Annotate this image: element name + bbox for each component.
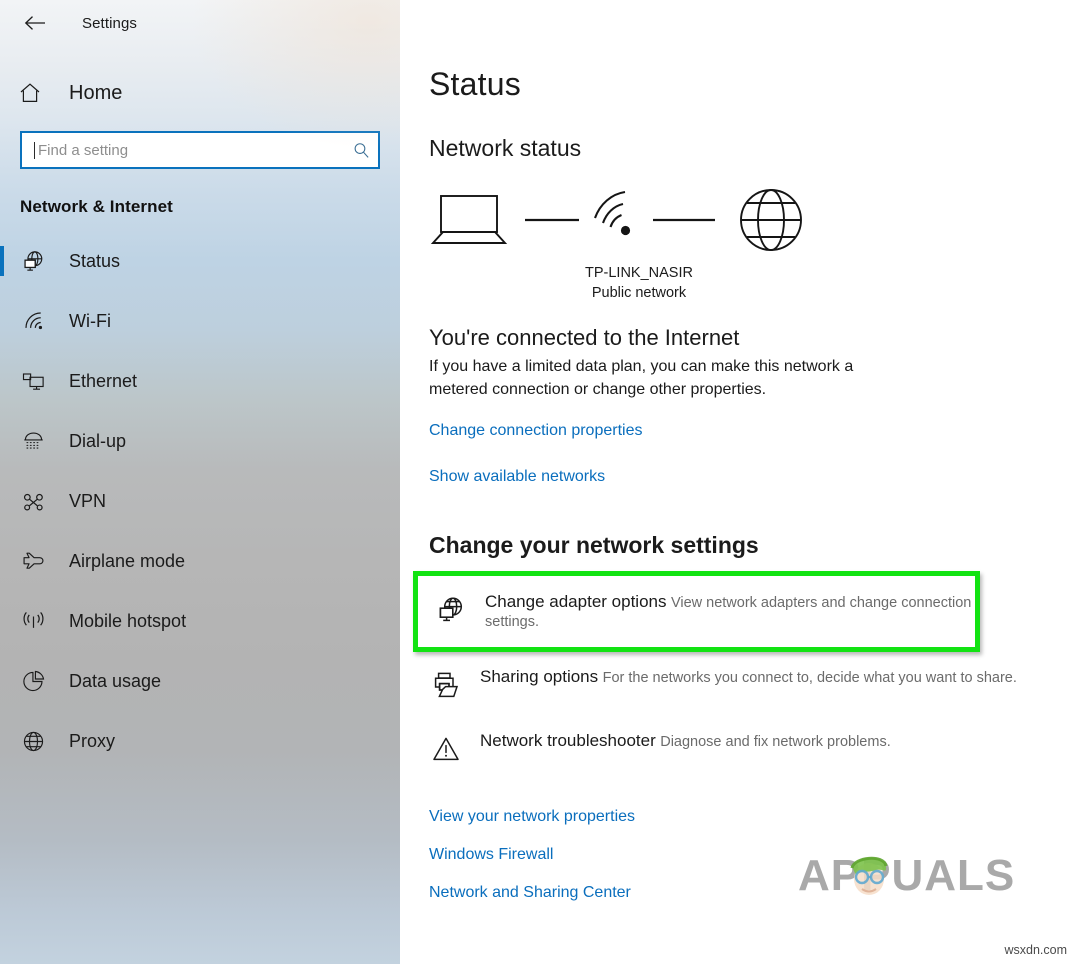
windows-firewall-link[interactable]: Windows Firewall [429, 846, 553, 864]
globe-icon [18, 726, 48, 756]
option-text: Network troubleshooter Diagnose and fix … [480, 730, 891, 752]
network-type: Public network [591, 284, 687, 301]
sharing-options-container: Sharing options For the networks you con… [429, 652, 1077, 716]
sidebar-item-proxy[interactable]: Proxy [0, 711, 400, 771]
site-watermark: wsxdn.com [1004, 943, 1067, 957]
hotspot-icon [18, 606, 48, 636]
sidebar-item-vpn[interactable]: VPN [0, 471, 400, 531]
sidebar-item-label: Data usage [69, 670, 162, 691]
pie-chart-icon [18, 666, 48, 696]
bottom-links: View your network properties Windows Fir… [400, 798, 1077, 912]
globe-icon [740, 189, 802, 251]
network-and-sharing-center-link[interactable]: Network and Sharing Center [429, 884, 631, 902]
sidebar-item-home[interactable]: Home [0, 70, 400, 116]
window-title: Settings [82, 14, 137, 32]
network-sharing-center-row: Network and Sharing Center [429, 874, 1077, 912]
windows-firewall-row: Windows Firewall [429, 836, 1077, 874]
title-bar: Settings [0, 0, 400, 46]
main-content: Status Network status TP-LINK_NASIR Publ… [400, 0, 1077, 964]
globe-monitor-icon [434, 593, 468, 627]
sidebar-item-ethernet[interactable]: Ethernet [0, 351, 400, 411]
option-sharing-options[interactable]: Sharing options For the networks you con… [429, 652, 1077, 716]
search-input[interactable] [35, 133, 344, 167]
search-box[interactable] [20, 131, 380, 169]
change-network-settings-heading: Change your network settings [429, 531, 759, 558]
warning-triangle-icon [429, 732, 463, 766]
home-icon [18, 81, 48, 105]
option-title: Change adapter options [485, 591, 667, 611]
connected-title: You're connected to the Internet [429, 325, 740, 351]
sidebar-item-label: Airplane mode [69, 550, 186, 571]
globe-monitor-icon [18, 246, 48, 276]
sidebar-nav-list: Status Wi-Fi Ethernet Dial-up VPN Airpla… [0, 231, 400, 771]
sidebar-home-label: Home [69, 81, 123, 104]
network-troubleshooter-container: Network troubleshooter Diagnose and fix … [429, 716, 1077, 780]
sidebar-item-airplane-mode[interactable]: Airplane mode [0, 531, 400, 591]
wifi-icon [594, 190, 631, 236]
option-network-troubleshooter[interactable]: Network troubleshooter Diagnose and fix … [429, 716, 1077, 780]
search-icon[interactable] [344, 141, 378, 160]
sidebar-item-label: Mobile hotspot [69, 610, 187, 631]
settings-window: Settings Home Network & Internet [0, 0, 1077, 964]
show-available-networks-link[interactable]: Show available networks [429, 468, 605, 486]
view-network-properties-row: View your network properties [429, 798, 1077, 836]
option-text: Change adapter options View network adap… [485, 591, 975, 632]
sidebar-item-status[interactable]: Status [0, 231, 400, 291]
network-name: TP-LINK_NASIR [585, 265, 693, 281]
dialup-icon [18, 426, 48, 456]
option-text: Sharing options For the networks you con… [480, 666, 1017, 688]
change-connection-properties-link[interactable]: Change connection properties [429, 422, 642, 440]
network-diagram [429, 188, 849, 260]
change-adapter-options-highlight: Change adapter options View network adap… [413, 570, 980, 652]
network-status-heading: Network status [429, 135, 582, 161]
show-available-networks-row: Show available networks [429, 468, 1077, 486]
network-caption: TP-LINK_NASIR Public network [429, 264, 849, 303]
vpn-icon [18, 486, 48, 516]
sidebar-item-dialup[interactable]: Dial-up [0, 411, 400, 471]
ethernet-icon [18, 366, 48, 396]
sidebar-item-label: Dial-up [69, 430, 127, 451]
laptop-icon [430, 195, 508, 244]
sidebar-item-label: Proxy [69, 730, 116, 751]
sidebar-item-label: Status [69, 250, 121, 271]
selection-indicator [0, 246, 4, 276]
sidebar-item-wifi[interactable]: Wi-Fi [0, 291, 400, 351]
sidebar-item-label: Wi-Fi [69, 310, 111, 331]
sidebar-item-label: Ethernet [69, 370, 138, 391]
sidebar: Settings Home Network & Internet [0, 0, 400, 964]
option-description: Diagnose and fix network problems. [660, 733, 891, 750]
printer-folder-icon [429, 668, 463, 702]
sidebar-category-heading: Network & Internet [20, 197, 173, 216]
sidebar-item-mobile-hotspot[interactable]: Mobile hotspot [0, 591, 400, 651]
option-title: Sharing options [480, 666, 599, 686]
wifi-icon [18, 306, 48, 336]
option-title: Network troubleshooter [480, 730, 656, 750]
sidebar-item-data-usage[interactable]: Data usage [0, 651, 400, 711]
change-connection-properties-row: Change connection properties [429, 422, 1077, 440]
sidebar-item-label: VPN [69, 490, 107, 511]
option-change-adapter-options[interactable]: Change adapter options View network adap… [418, 576, 975, 647]
back-arrow-icon[interactable] [22, 10, 48, 36]
page-title: Status [429, 66, 521, 102]
view-network-properties-link[interactable]: View your network properties [429, 808, 635, 826]
connected-description: If you have a limited data plan, you can… [429, 358, 854, 398]
airplane-icon [18, 546, 48, 576]
option-description: For the networks you connect to, decide … [602, 669, 1017, 686]
